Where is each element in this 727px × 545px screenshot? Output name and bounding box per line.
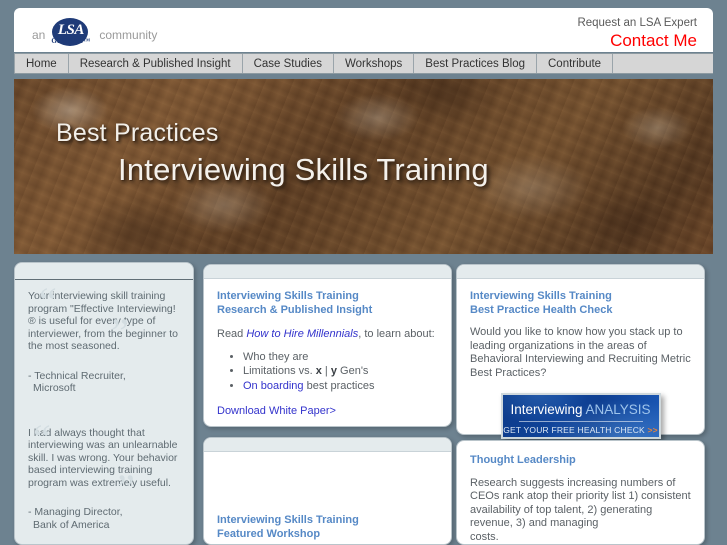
research-card-heading-line2: Research & Published Insight <box>217 303 373 316</box>
nav-item-best-practices-blog[interactable]: Best Practices Blog <box>414 54 537 73</box>
contact-block[interactable]: Request an LSA Expert Contact Me <box>577 16 697 51</box>
research-card-intro: Read How to Hire Millennials, to learn a… <box>217 328 438 342</box>
research-intro-suffix: , to learn about: <box>358 328 435 340</box>
promo-title-word1: Interviewing <box>510 402 583 417</box>
contact-subtitle: Request an LSA Expert <box>577 17 697 29</box>
health-check-body-text: Would you like to know how you stack up … <box>470 326 691 379</box>
testimonial-quote-text: I had always thought that interviewing w… <box>28 426 178 489</box>
hero-banner-line1: Best Practices <box>56 119 219 147</box>
gen-x-label: x <box>315 365 322 377</box>
thought-paragraph-1-main: Research suggests increasing numbers of … <box>470 476 691 530</box>
how-to-hire-millennials-link[interactable]: How to Hire Millennials <box>246 328 358 340</box>
on-boarding-link[interactable]: On boarding <box>243 380 304 392</box>
logo-prefix-text: an <box>32 27 46 42</box>
research-insight-card-body: Interviewing Skills Training Research & … <box>204 279 451 417</box>
download-white-paper-link[interactable]: Download White Paper> <box>217 405 438 417</box>
hero-banner: Best Practices Interviewing Skills Train… <box>14 79 713 254</box>
nav-item-workshops[interactable]: Workshops <box>334 54 415 73</box>
testimonial-attribution: - Technical Recruiter, Microsoft <box>15 370 193 395</box>
promo-title-word2: ANALYSIS <box>585 402 651 417</box>
testimonial-attribution-role: - Managing Director, <box>28 506 123 518</box>
double-chevron-right-icon: >> <box>647 425 658 435</box>
contact-me-link[interactable]: Contact Me <box>577 31 697 51</box>
hero-banner-line2: Interviewing Skills Training <box>118 152 489 187</box>
logo-suffix-text: community <box>99 27 158 42</box>
thought-leadership-card-body: Thought Leadership Research suggests inc… <box>457 441 704 545</box>
site-logo[interactable]: an LSA GLOBAL™ community <box>32 18 158 49</box>
interviewing-analysis-promo-banner[interactable]: Interviewing ANALYSIS GET YOUR FREE HEAL… <box>500 393 661 439</box>
research-intro-prefix: Read <box>217 328 247 340</box>
page-root: an LSA GLOBAL™ community Request an LSA … <box>0 0 727 545</box>
promo-cta-text: GET YOUR FREE HEALTH CHECK <box>503 425 645 435</box>
nav-item-home[interactable]: Home <box>14 54 69 73</box>
list-item: Who they are <box>243 350 438 365</box>
research-insight-card: Interviewing Skills Training Research & … <box>203 264 452 427</box>
health-check-card-header <box>457 265 704 279</box>
nav-item-case-studies[interactable]: Case Studies <box>243 54 334 73</box>
list-item: On boarding best practices <box>243 379 438 394</box>
promo-title: Interviewing ANALYSIS <box>503 402 659 417</box>
thought-leadership-paragraph-1: Research suggests increasing numbers of … <box>470 477 691 545</box>
testimonials-panel: “ ” Your interviewing skill training pro… <box>14 262 194 545</box>
research-card-heading-line1: Interviewing Skills Training <box>217 290 359 302</box>
featured-workshop-card-header <box>204 438 451 452</box>
thought-leadership-card: Thought Leadership Research suggests inc… <box>456 440 705 545</box>
nav-item-contribute[interactable]: Contribute <box>537 54 614 73</box>
testimonial-attribution-company: Microsoft <box>33 382 76 394</box>
gen-y-label: y <box>330 365 337 377</box>
workshop-card-heading: Interviewing Skills Training Featured Wo… <box>217 514 438 541</box>
nav-filler <box>613 54 713 73</box>
health-check-card: Interviewing Skills Training Best Practi… <box>456 264 705 439</box>
featured-workshop-card-body: Interviewing Skills Training Featured Wo… <box>204 452 451 541</box>
promo-divider <box>518 421 643 422</box>
testimonial-quote-text: Your interviewing skill training program… <box>28 290 178 352</box>
testimonial-attribution-company: Bank of America <box>33 518 110 531</box>
promo-cta-row: GET YOUR FREE HEALTH CHECK >> <box>503 425 659 435</box>
logo-global-text: GLOBAL™ <box>51 37 91 45</box>
site-header: an LSA GLOBAL™ community Request an LSA … <box>14 8 713 52</box>
nav-item-research-published-insight[interactable]: Research & Published Insight <box>69 54 243 73</box>
thought-leadership-heading: Thought Leadership <box>470 454 576 466</box>
health-check-heading-line2: Best Practice Health Check <box>470 303 613 316</box>
featured-workshop-card: Interviewing Skills Training Featured Wo… <box>203 437 452 545</box>
workshop-card-heading-line2: Featured Workshop <box>217 527 321 540</box>
health-check-heading: Interviewing Skills Training Best Practi… <box>470 290 691 317</box>
testimonial-attribution-role: - Technical Recruiter, <box>28 369 126 382</box>
workshop-card-heading-line1: Interviewing Skills Training <box>217 514 359 526</box>
research-insight-card-header <box>204 265 451 279</box>
list-item: Limitations vs. x | y Gen's <box>243 364 438 379</box>
research-card-heading: Interviewing Skills Training Research & … <box>217 290 438 317</box>
research-card-bullet-list: Who they are Limitations vs. x | y Gen's… <box>243 350 438 394</box>
testimonial-attribution: - Managing Director, Bank of America <box>15 506 193 531</box>
testimonials-panel-header <box>15 263 193 280</box>
testimonial-item: “ ” I had always thought that interviewi… <box>15 417 193 508</box>
lsa-global-logo-icon: LSA GLOBAL™ <box>48 18 93 49</box>
main-navigation: Home Research & Published Insight Case S… <box>14 53 713 74</box>
testimonial-item: “ ” Your interviewing skill training pro… <box>15 280 193 353</box>
thought-paragraph-1-tail: costs. <box>470 530 499 543</box>
health-check-heading-line1: Interviewing Skills Training <box>470 290 612 302</box>
health-check-card-body: Interviewing Skills Training Best Practi… <box>457 279 704 439</box>
